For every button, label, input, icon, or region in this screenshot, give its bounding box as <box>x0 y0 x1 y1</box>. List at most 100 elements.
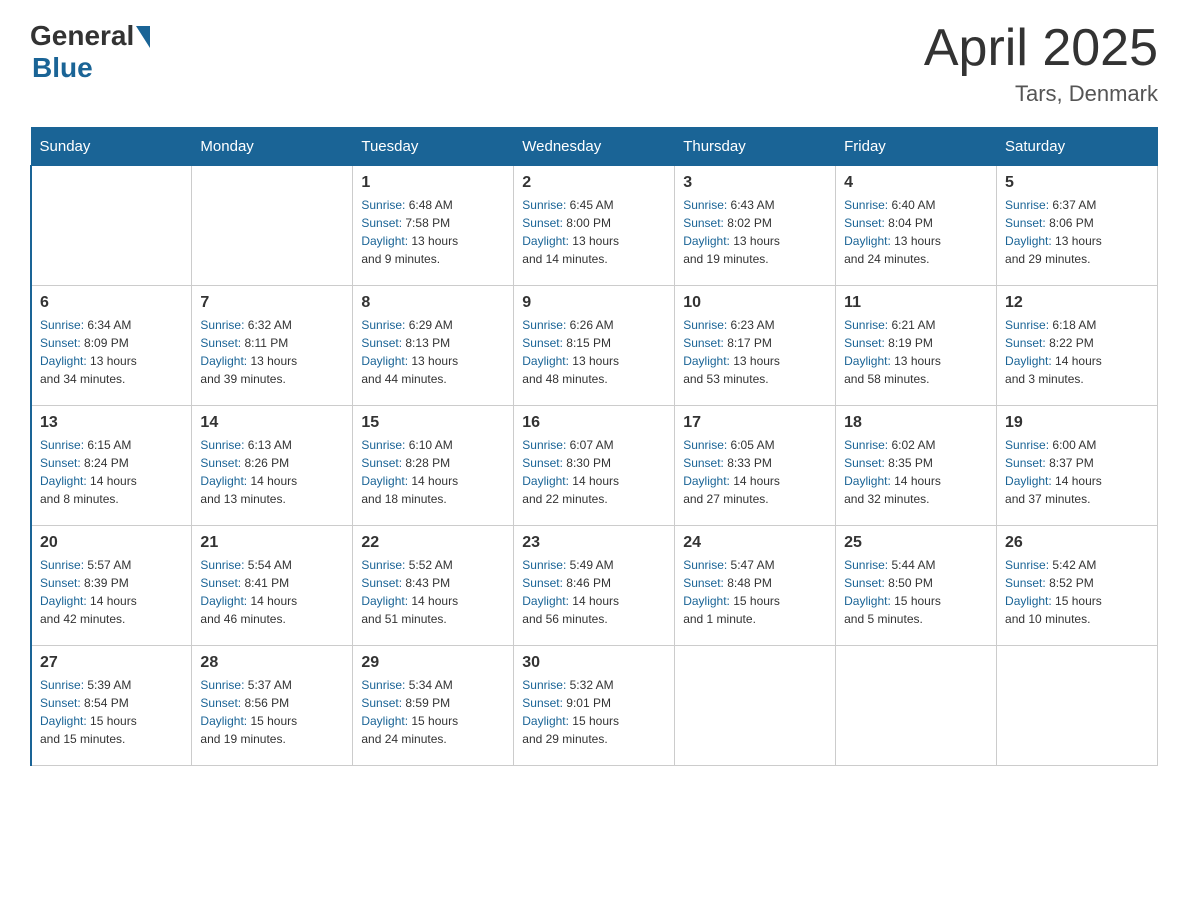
calendar-cell <box>675 646 836 766</box>
day-info: Sunrise: 6:05 AM Sunset: 8:33 PM Dayligh… <box>683 436 827 508</box>
calendar-cell: 8 Sunrise: 6:29 AM Sunset: 8:13 PM Daylig… <box>353 286 514 406</box>
calendar-cell: 20 Sunrise: 5:57 AM Sunset: 8:39 PM Dayli… <box>31 526 192 646</box>
day-number: 11 <box>844 294 988 312</box>
calendar-cell: 22Sunrise: 5:52 AM Sunset: 8:43 PM Dayli… <box>353 526 514 646</box>
calendar-cell: 5 Sunrise: 6:37 AM Sunset: 8:06 PM Daylig… <box>997 166 1158 286</box>
calendar-cell: 9 Sunrise: 6:26 AM Sunset: 8:15 PM Daylig… <box>514 286 675 406</box>
calendar-cell: 26 Sunrise: 5:42 AM Sunset: 8:52 PM Dayli… <box>997 526 1158 646</box>
day-number: 27 <box>40 654 183 672</box>
day-number: 4 <box>844 174 988 192</box>
calendar-cell: 12 Sunrise: 6:18 AM Sunset: 8:22 PM Dayli… <box>997 286 1158 406</box>
logo: General Blue <box>30 20 150 84</box>
day-number: 2 <box>522 174 666 192</box>
calendar-cell: 10 Sunrise: 6:23 AM Sunset: 8:17 PM Dayli… <box>675 286 836 406</box>
calendar-cell: 28Sunrise: 5:37 AM Sunset: 8:56 PM Dayli… <box>192 646 353 766</box>
logo-general-text: General <box>30 20 134 52</box>
calendar-cell: 24 Sunrise: 5:47 AM Sunset: 8:48 PM Dayli… <box>675 526 836 646</box>
day-number: 12 <box>1005 294 1149 312</box>
day-info: Sunrise: 6:07 AM Sunset: 8:30 PM Dayligh… <box>522 436 666 508</box>
logo-triangle-icon <box>136 26 150 48</box>
calendar-table: SundayMondayTuesdayWednesdayThursdayFrid… <box>30 127 1158 766</box>
calendar-cell: 4 Sunrise: 6:40 AM Sunset: 8:04 PM Daylig… <box>836 166 997 286</box>
day-number: 17 <box>683 414 827 432</box>
day-number: 20 <box>40 534 183 552</box>
calendar-location: Tars, Denmark <box>924 81 1158 107</box>
day-number: 5 <box>1005 174 1149 192</box>
calendar-cell: 7 Sunrise: 6:32 AM Sunset: 8:11 PM Daylig… <box>192 286 353 406</box>
day-number: 28 <box>200 654 344 672</box>
logo-blue-text: Blue <box>32 52 93 84</box>
weekday-header-sunday: Sunday <box>31 128 192 166</box>
calendar-cell <box>192 166 353 286</box>
weekday-header-thursday: Thursday <box>675 128 836 166</box>
calendar-cell: 1 Sunrise: 6:48 AM Sunset: 7:58 PM Daylig… <box>353 166 514 286</box>
day-number: 6 <box>40 294 183 312</box>
calendar-cell: 23Sunrise: 5:49 AM Sunset: 8:46 PM Dayli… <box>514 526 675 646</box>
calendar-header: SundayMondayTuesdayWednesdayThursdayFrid… <box>31 128 1158 166</box>
day-info: Sunrise: 6:10 AM Sunset: 8:28 PM Dayligh… <box>361 436 505 508</box>
day-info: Sunrise: 6:40 AM Sunset: 8:04 PM Dayligh… <box>844 196 988 268</box>
calendar-cell: 25Sunrise: 5:44 AM Sunset: 8:50 PM Dayli… <box>836 526 997 646</box>
weekday-header-tuesday: Tuesday <box>353 128 514 166</box>
day-info: Sunrise: 6:13 AM Sunset: 8:26 PM Dayligh… <box>200 436 344 508</box>
weekday-header-row: SundayMondayTuesdayWednesdayThursdayFrid… <box>31 128 1158 166</box>
day-info: Sunrise: 6:32 AM Sunset: 8:11 PM Dayligh… <box>200 316 344 388</box>
day-info: Sunrise: 5:57 AM Sunset: 8:39 PM Dayligh… <box>40 556 183 628</box>
calendar-cell <box>31 166 192 286</box>
day-info: Sunrise: 5:49 AM Sunset: 8:46 PM Dayligh… <box>522 556 666 628</box>
calendar-cell: 19 Sunrise: 6:00 AM Sunset: 8:37 PM Dayli… <box>997 406 1158 526</box>
calendar-week-row: 1 Sunrise: 6:48 AM Sunset: 7:58 PM Daylig… <box>31 166 1158 286</box>
day-number: 9 <box>522 294 666 312</box>
day-number: 15 <box>361 414 505 432</box>
day-info: Sunrise: 5:54 AM Sunset: 8:41 PM Dayligh… <box>200 556 344 628</box>
weekday-header-saturday: Saturday <box>997 128 1158 166</box>
day-number: 30 <box>522 654 666 672</box>
day-info: Sunrise: 6:00 AM Sunset: 8:37 PM Dayligh… <box>1005 436 1149 508</box>
calendar-cell: 11 Sunrise: 6:21 AM Sunset: 8:19 PM Dayli… <box>836 286 997 406</box>
day-number: 24 <box>683 534 827 552</box>
calendar-cell: 17 Sunrise: 6:05 AM Sunset: 8:33 PM Dayli… <box>675 406 836 526</box>
calendar-week-row: 27Sunrise: 5:39 AM Sunset: 8:54 PM Dayli… <box>31 646 1158 766</box>
day-info: Sunrise: 6:34 AM Sunset: 8:09 PM Dayligh… <box>40 316 183 388</box>
calendar-week-row: 20 Sunrise: 5:57 AM Sunset: 8:39 PM Dayli… <box>31 526 1158 646</box>
day-info: Sunrise: 6:21 AM Sunset: 8:19 PM Dayligh… <box>844 316 988 388</box>
day-info: Sunrise: 6:23 AM Sunset: 8:17 PM Dayligh… <box>683 316 827 388</box>
day-info: Sunrise: 6:26 AM Sunset: 8:15 PM Dayligh… <box>522 316 666 388</box>
calendar-week-row: 13 Sunrise: 6:15 AM Sunset: 8:24 PM Dayli… <box>31 406 1158 526</box>
calendar-week-row: 6 Sunrise: 6:34 AM Sunset: 8:09 PM Daylig… <box>31 286 1158 406</box>
page-header: General Blue April 2025 Tars, Denmark <box>30 20 1158 107</box>
day-number: 10 <box>683 294 827 312</box>
day-number: 7 <box>200 294 344 312</box>
day-number: 8 <box>361 294 505 312</box>
day-number: 22 <box>361 534 505 552</box>
day-number: 26 <box>1005 534 1149 552</box>
day-info: Sunrise: 5:44 AM Sunset: 8:50 PM Dayligh… <box>844 556 988 628</box>
day-info: Sunrise: 6:15 AM Sunset: 8:24 PM Dayligh… <box>40 436 183 508</box>
calendar-cell: 27Sunrise: 5:39 AM Sunset: 8:54 PM Dayli… <box>31 646 192 766</box>
day-info: Sunrise: 5:47 AM Sunset: 8:48 PM Dayligh… <box>683 556 827 628</box>
day-info: Sunrise: 6:18 AM Sunset: 8:22 PM Dayligh… <box>1005 316 1149 388</box>
calendar-cell: 18 Sunrise: 6:02 AM Sunset: 8:35 PM Dayli… <box>836 406 997 526</box>
calendar-cell: 3Sunrise: 6:43 AM Sunset: 8:02 PM Daylig… <box>675 166 836 286</box>
day-number: 16 <box>522 414 666 432</box>
calendar-cell: 14Sunrise: 6:13 AM Sunset: 8:26 PM Dayli… <box>192 406 353 526</box>
day-info: Sunrise: 6:02 AM Sunset: 8:35 PM Dayligh… <box>844 436 988 508</box>
calendar-title: April 2025 <box>924 20 1158 77</box>
day-info: Sunrise: 5:42 AM Sunset: 8:52 PM Dayligh… <box>1005 556 1149 628</box>
day-info: Sunrise: 6:37 AM Sunset: 8:06 PM Dayligh… <box>1005 196 1149 268</box>
day-number: 3 <box>683 174 827 192</box>
calendar-body: 1 Sunrise: 6:48 AM Sunset: 7:58 PM Daylig… <box>31 166 1158 766</box>
weekday-header-friday: Friday <box>836 128 997 166</box>
calendar-cell <box>997 646 1158 766</box>
day-number: 18 <box>844 414 988 432</box>
calendar-cell: 15 Sunrise: 6:10 AM Sunset: 8:28 PM Dayli… <box>353 406 514 526</box>
day-number: 21 <box>200 534 344 552</box>
calendar-cell: 16 Sunrise: 6:07 AM Sunset: 8:30 PM Dayli… <box>514 406 675 526</box>
day-info: Sunrise: 6:29 AM Sunset: 8:13 PM Dayligh… <box>361 316 505 388</box>
day-number: 13 <box>40 414 183 432</box>
day-number: 19 <box>1005 414 1149 432</box>
day-number: 29 <box>361 654 505 672</box>
day-info: Sunrise: 5:32 AM Sunset: 9:01 PM Dayligh… <box>522 676 666 748</box>
day-info: Sunrise: 6:48 AM Sunset: 7:58 PM Dayligh… <box>361 196 505 268</box>
day-number: 1 <box>361 174 505 192</box>
